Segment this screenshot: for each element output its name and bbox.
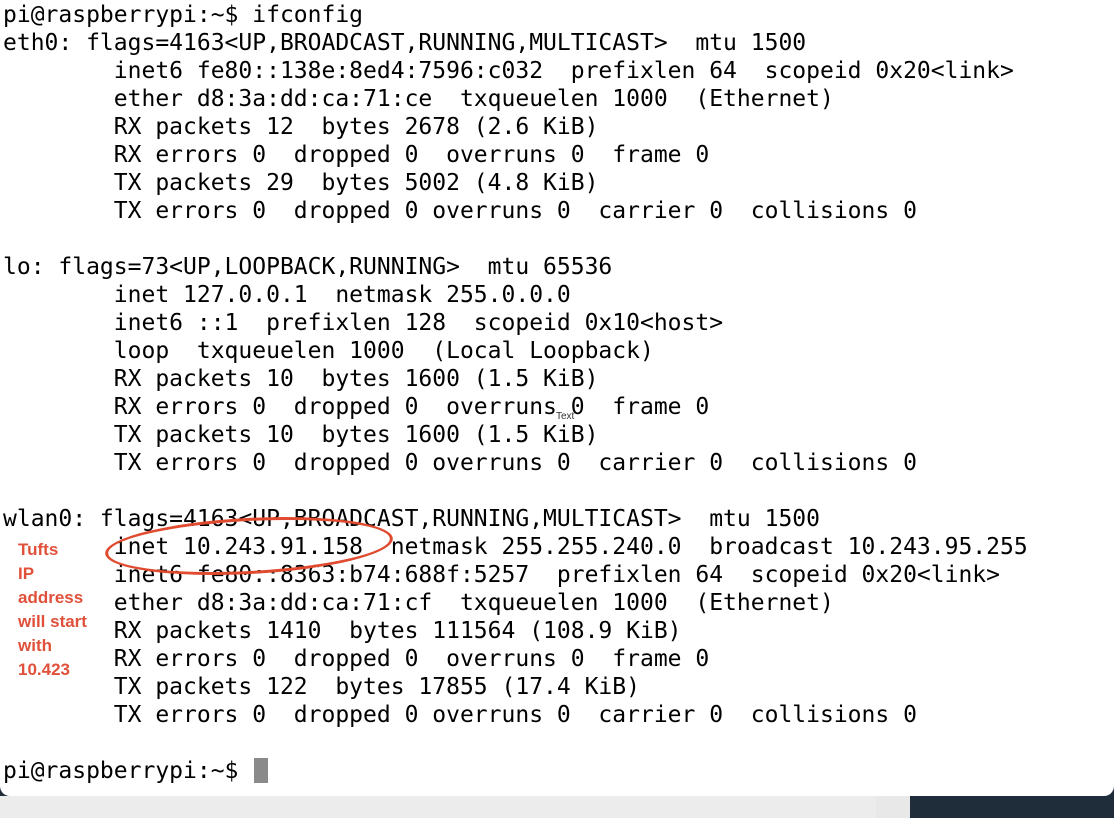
terminal-line: TX errors 0 dropped 0 overruns 0 carrier… [3,702,917,728]
terminal-line: RX errors 0 dropped 0 overruns 0 frame 0 [3,142,710,168]
terminal-line: TX packets 29 bytes 5002 (4.8 KiB) [3,170,599,196]
terminal-line: ether d8:3a:dd:ca:71:cf txqueuelen 1000 … [3,590,834,616]
terminal-line: ether d8:3a:dd:ca:71:ce txqueuelen 1000 … [3,86,834,112]
terminal-line: RX errors 0 dropped 0 overruns 0 frame 0 [3,394,710,420]
terminal-line: inet6 fe80::138e:8ed4:7596:c032 prefixle… [3,58,1014,84]
terminal-line: wlan0: flags=4163<UP,BROADCAST,RUNNING,M… [3,506,820,532]
terminal-line: pi@raspberrypi:~$ ifconfig [3,2,364,28]
terminal-window[interactable]: pi@raspberrypi:~$ ifconfig eth0: flags=4… [0,0,1114,796]
desktop-background [910,796,1114,818]
text-cursor [254,758,268,783]
terminal-line: TX errors 0 dropped 0 overruns 0 carrier… [3,450,917,476]
terminal-line: inet6 ::1 prefixlen 128 scopeid 0x10<hos… [3,310,724,336]
terminal-line: lo: flags=73<UP,LOOPBACK,RUNNING> mtu 65… [3,254,613,280]
terminal-line: TX packets 10 bytes 1600 (1.5 KiB) [3,422,599,448]
terminal-prompt[interactable]: pi@raspberrypi:~$ [3,757,252,785]
terminal-line: eth0: flags=4163<UP,BROADCAST,RUNNING,MU… [3,30,807,56]
terminal-line: RX packets 10 bytes 1600 (1.5 KiB) [3,366,599,392]
window-gap [876,796,910,818]
terminal-line: loop txqueuelen 1000 (Local Loopback) [3,338,654,364]
annotation-note: Tufts IP address will start with 10.423 [18,540,87,679]
terminal-line: TX errors 0 dropped 0 overruns 0 carrier… [3,198,917,224]
terminal-line: RX packets 12 bytes 2678 (2.6 KiB) [3,114,599,140]
text-tag-label: Text [556,411,575,422]
window-bottom-strip [0,796,876,818]
terminal-line: inet 127.0.0.1 netmask 255.0.0.0 [3,282,571,308]
